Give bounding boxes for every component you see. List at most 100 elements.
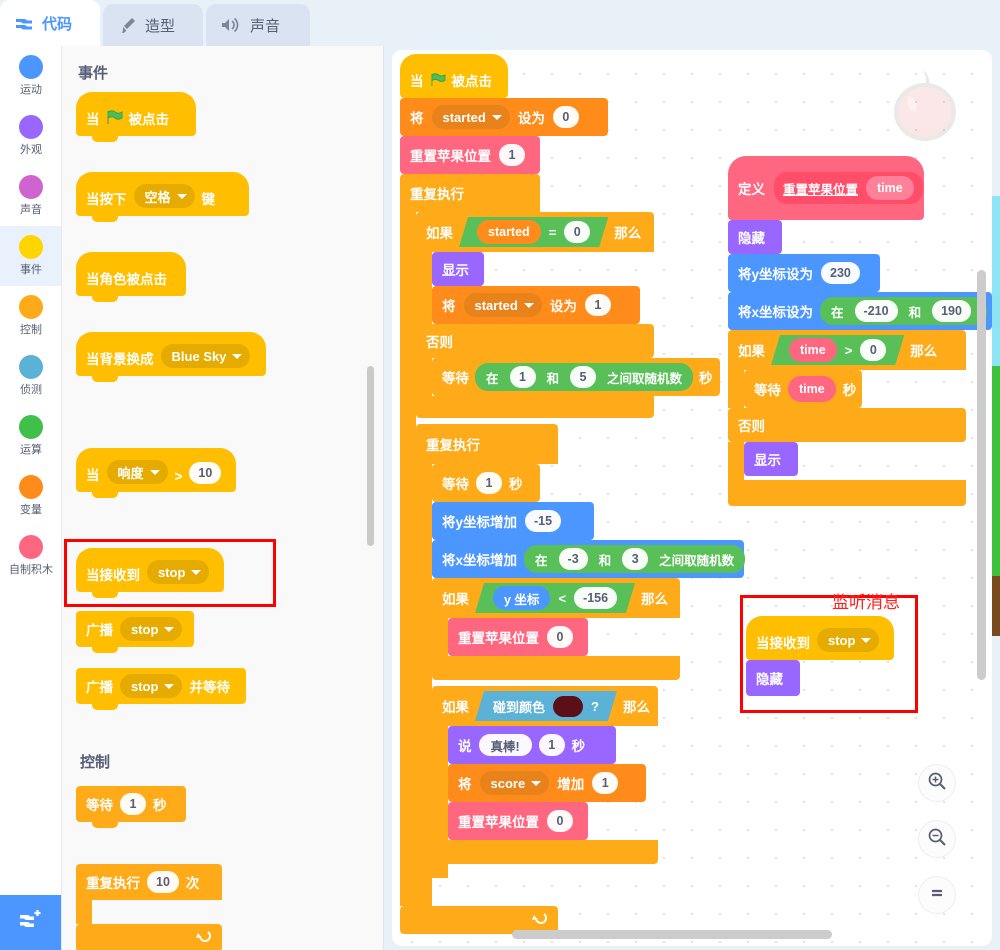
number-input[interactable]: 5 <box>570 366 597 388</box>
category-operators[interactable]: 运算 <box>0 406 61 466</box>
tab-sounds[interactable]: 声音 <box>206 4 310 46</box>
number-input[interactable]: 190 <box>932 300 971 322</box>
motion-reporter[interactable]: y 坐标 <box>493 586 550 610</box>
number-input[interactable]: 230 <box>821 262 860 284</box>
operator-equals[interactable]: started = 0 <box>459 217 608 247</box>
ws-block-say-for-seconds[interactable]: 说 真棒! 1 秒 <box>448 726 616 764</box>
category-variables[interactable]: 变量 <box>0 466 61 526</box>
number-input[interactable]: 0 <box>552 106 579 128</box>
category-looks[interactable]: 外观 <box>0 106 61 166</box>
palette-block-broadcast-and-wait[interactable]: 广播 stop 并等待 <box>76 668 246 704</box>
number-input[interactable]: 0 <box>564 221 590 243</box>
number-input[interactable]: 0 <box>547 810 573 832</box>
number-input[interactable]: 0 <box>860 339 886 361</box>
number-input[interactable]: 0 <box>547 626 573 648</box>
variable-dropdown[interactable]: started <box>431 105 510 129</box>
ws-block-change-y-by[interactable]: 将y坐标增加 -15 <box>432 502 594 540</box>
number-input[interactable]: 10 <box>147 871 179 893</box>
number-input[interactable]: 3 <box>622 548 649 570</box>
workspace-horizontal-scrollbar[interactable] <box>512 930 832 939</box>
palette-block-when-backdrop-switches[interactable]: 当背景换成 Blue Sky <box>76 332 266 376</box>
ws-block-if-started-eq-0[interactable]: 如果 started = 0 那么 <box>416 212 654 252</box>
operator-pick-random[interactable]: 在 -210 和 190 <box>820 297 987 325</box>
zoom-reset-button[interactable] <box>918 876 956 914</box>
number-input[interactable]: 1 <box>120 793 146 815</box>
ws-block-when-flag-clicked[interactable]: 当 被点击 <box>400 54 508 98</box>
operator-pick-random[interactable]: 在 -3 和 3 之间取随机数 <box>524 545 746 573</box>
palette-block-when-key-pressed[interactable]: 当按下 空格 键 <box>76 172 249 216</box>
ws-block-wait-time-seconds[interactable]: 等待 time 秒 <box>744 370 862 408</box>
add-extension-button[interactable] <box>0 895 61 950</box>
operator-greater-than[interactable]: time > 0 <box>771 335 904 365</box>
ws-block-reset-apple-0-a[interactable]: 重置苹果位置 0 <box>448 618 588 656</box>
category-sensing[interactable]: 侦测 <box>0 346 61 406</box>
zoom-in-button[interactable] <box>918 764 956 802</box>
category-sound[interactable]: 声音 <box>0 166 61 226</box>
custom-block-prototype[interactable]: 重置苹果位置 time <box>774 172 923 204</box>
ws-block-forever-inner[interactable]: 重复执行 <box>416 424 558 464</box>
number-input[interactable]: 1 <box>592 772 619 794</box>
tab-code[interactable]: 代码 <box>0 0 100 46</box>
category-events[interactable]: 事件 <box>0 226 61 286</box>
ws-block-define-hide[interactable]: 隐藏 <box>728 220 782 254</box>
ws-block-change-score-by[interactable]: 将 score 增加 1 <box>448 764 646 802</box>
parameter-reporter[interactable]: time <box>866 176 914 200</box>
ws-block-change-x-by[interactable]: 将x坐标增加 在 -3 和 3 之间取随机数 <box>432 540 746 578</box>
ws-block-show[interactable]: 显示 <box>432 252 484 286</box>
number-input[interactable]: 1 <box>509 366 536 388</box>
sensing-touching-color[interactable]: 碰到颜色 ? <box>475 691 617 721</box>
broadcast-dropdown[interactable]: stop <box>120 617 183 641</box>
ws-block-set-y-to[interactable]: 将y坐标设为 230 <box>728 254 880 292</box>
number-input[interactable]: 1 <box>584 294 611 316</box>
ws-block-reset-apple-0-b[interactable]: 重置苹果位置 0 <box>448 802 588 840</box>
block-palette[interactable]: 事件 当 被点击 当按下 空格 键 当角色被点击 当背景换成 Blue Sky … <box>62 46 383 950</box>
ws-block-define-show[interactable]: 显示 <box>744 442 798 476</box>
ws-block-if-y-less-than[interactable]: 如果 y 坐标 < -156 那么 <box>432 578 680 618</box>
ws-block-wait-1-second[interactable]: 等待 1 秒 <box>432 464 540 502</box>
loudness-dropdown[interactable]: 响度 <box>106 460 168 484</box>
ws-block-set-started-1[interactable]: 将 started 设为 1 <box>432 286 640 324</box>
palette-block-when-loudness-greater[interactable]: 当 响度 > 10 <box>76 448 236 492</box>
number-input[interactable]: -210 <box>854 300 898 322</box>
ws-block-reset-apple-1[interactable]: 重置苹果位置 1 <box>400 136 540 174</box>
number-input[interactable]: 1 <box>499 144 525 166</box>
broadcast-dropdown[interactable]: stop <box>120 674 183 698</box>
zoom-out-button[interactable] <box>918 820 956 858</box>
number-input[interactable]: 10 <box>189 462 222 484</box>
number-input[interactable]: 1 <box>476 472 502 494</box>
palette-block-wait-seconds[interactable]: 等待 1 秒 <box>76 786 186 822</box>
code-workspace[interactable]: 当 被点击 将 started 设为 0 重置苹果位置 1 重复执行 如果 st… <box>392 50 992 946</box>
key-dropdown[interactable]: 空格 <box>133 184 195 208</box>
variable-reporter[interactable]: started <box>477 220 541 244</box>
number-input[interactable]: -156 <box>574 587 617 609</box>
operator-less-than[interactable]: y 坐标 < -156 <box>475 583 635 613</box>
text-input[interactable]: 真棒! <box>478 734 532 756</box>
ws-block-wait-random-seconds[interactable]: 等待 在 1 和 5 之间取随机数 秒 <box>432 358 720 396</box>
tab-costumes[interactable]: 造型 <box>103 4 203 46</box>
ws-block-forever-outer[interactable]: 重复执行 <box>400 174 540 212</box>
color-swatch[interactable] <box>553 696 583 717</box>
ws-block-set-started-0[interactable]: 将 started 设为 0 <box>400 98 608 136</box>
variable-dropdown[interactable]: started <box>463 293 542 317</box>
ws-block-if-time-greater-0[interactable]: 如果 time > 0 那么 <box>728 330 966 370</box>
palette-block-broadcast[interactable]: 广播 stop <box>76 611 194 647</box>
operator-pick-random[interactable]: 在 1 和 5 之间取随机数 <box>475 363 694 391</box>
number-input[interactable]: 1 <box>538 734 565 756</box>
parameter-reporter[interactable]: time <box>789 338 837 362</box>
category-motion[interactable]: 运动 <box>0 46 61 106</box>
palette-block-when-flag-clicked[interactable]: 当 被点击 <box>76 92 196 136</box>
workspace-vertical-scrollbar[interactable] <box>977 270 986 680</box>
palette-block-repeat-times[interactable]: 重复执行 10 次 <box>76 864 222 900</box>
palette-scrollbar[interactable] <box>367 366 374 546</box>
variable-dropdown[interactable]: score <box>479 771 550 795</box>
parameter-reporter[interactable]: time <box>788 376 836 402</box>
backdrop-dropdown[interactable]: Blue Sky <box>160 344 251 368</box>
ws-block-define-reset-apple[interactable]: 定义 重置苹果位置 time <box>728 156 924 220</box>
ws-block-if-touching-color[interactable]: 如果 碰到颜色 ? 那么 <box>432 686 658 726</box>
number-input[interactable]: -15 <box>525 510 562 532</box>
category-control[interactable]: 控制 <box>0 286 61 346</box>
number-input[interactable]: -3 <box>558 548 588 570</box>
category-my-blocks[interactable]: 自制积木 <box>0 526 61 586</box>
ws-block-set-x-to[interactable]: 将x坐标设为 在 -210 和 190 <box>728 292 992 330</box>
palette-block-when-sprite-clicked[interactable]: 当角色被点击 <box>76 252 186 296</box>
